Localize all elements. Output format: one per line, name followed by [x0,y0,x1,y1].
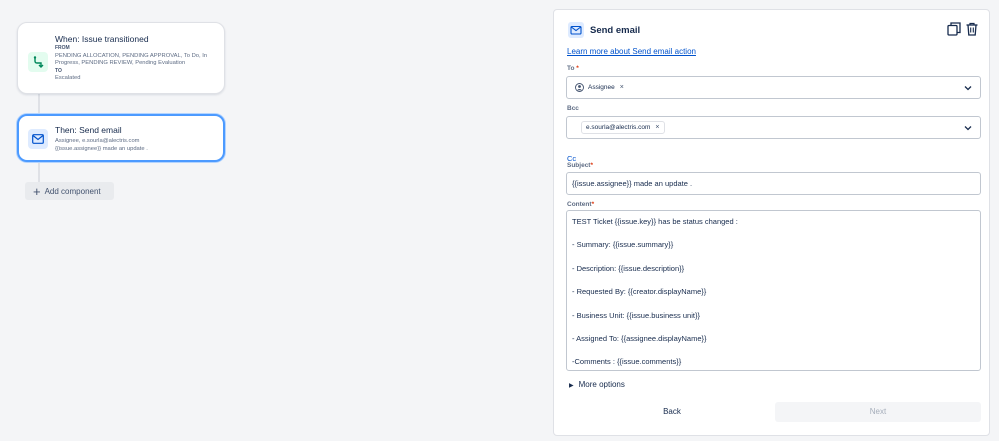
delete-icon[interactable] [965,22,979,36]
action-line-2: {{issue.assignee}} made an update . [55,145,148,152]
content-line: TEST Ticket {{issue.key}} has be status … [572,217,738,226]
duplicate-icon[interactable] [947,22,961,36]
content-line [572,228,975,240]
content-line [572,345,975,357]
content-line: - Business Unit: {{issue.business unit}} [572,310,700,320]
bcc-email-chip: e.sourla@alectris.com × [581,121,665,134]
action-card[interactable]: Then: Send email Assignee, e.sourla@alec… [17,114,225,162]
content-line: -Comments : {{issue.comments}} [572,357,682,367]
from-value-2: Progress, PENDING REVIEW, Pending Evalua… [55,60,186,66]
action-title: Then: Send email [55,125,122,135]
trigger-card[interactable]: When: Issue transitioned FROM PENDING AL… [17,22,225,94]
content-line [572,321,975,333]
content-line: - Requested By: {{creator.displayName}} [572,287,707,297]
from-value-1: PENDING ALLOCATION, PENDING APPROVAL, To… [55,52,208,59]
content-line: - Description: {{issue.description}} [572,263,685,273]
panel-title: Send email [590,25,641,36]
to-value: Escalated [55,75,81,81]
from-label: FROM [55,45,70,51]
content-label: Content* [567,201,595,208]
content-line [572,251,975,263]
plus-icon: + [33,183,41,199]
remove-chip-icon[interactable]: × [655,124,659,131]
trigger-details: FROM PENDING ALLOCATION, PENDING APPROVA… [55,45,207,83]
content-line: - Summary: {{issue.summary}} [572,240,674,250]
bcc-label: Bcc [567,105,579,112]
mail-icon [568,22,584,38]
content-label-text: Content [567,201,592,208]
content-line [572,298,975,310]
more-options-toggle[interactable]: ▶ More options [569,380,625,389]
to-select[interactable]: Assignee × [566,76,981,99]
chevron-down-icon [964,126,972,131]
add-component-button[interactable]: + Add component [25,182,114,200]
content-line: - Assigned To: {{assignee.displayName}} [572,334,707,344]
assignee-chip-label: Assignee [588,84,615,91]
chevron-down-icon [964,86,972,91]
content-text: TEST Ticket {{issue.key}} has be status … [572,216,975,368]
to-label: TO [55,67,62,74]
add-component-label: Add component [44,186,101,196]
back-button[interactable]: Back [652,402,692,422]
assignee-chip: Assignee × [573,81,628,94]
bcc-chip-label: e.sourla@alectris.com [586,124,651,131]
user-icon [575,83,584,92]
next-button[interactable]: Next [775,402,981,422]
learn-more-link[interactable]: Learn more about Send email action [567,47,696,56]
trigger-title: When: Issue transitioned [55,34,149,44]
subject-label-text: Subject [567,162,591,169]
more-options-label: More options [578,380,625,389]
transition-icon [28,52,48,72]
remove-chip-icon[interactable]: × [620,84,624,91]
subject-field[interactable]: {{issue.assignee}} made an update . [566,172,981,195]
chevron-right-icon: ▶ [569,383,574,389]
mail-icon [28,129,48,149]
action-line-1: Assignee, e.sourla@alectris.com [55,138,140,144]
send-email-panel: Send email Learn more about Send email a… [553,9,990,436]
content-line [572,275,975,287]
action-details: Assignee, e.sourla@alectris.com {{issue.… [55,138,148,153]
to-label: To * [567,65,579,72]
content-field[interactable]: TEST Ticket {{issue.key}} has be status … [566,210,981,371]
subject-label: Subject* [567,162,594,169]
bcc-select[interactable]: e.sourla@alectris.com × [566,116,981,139]
